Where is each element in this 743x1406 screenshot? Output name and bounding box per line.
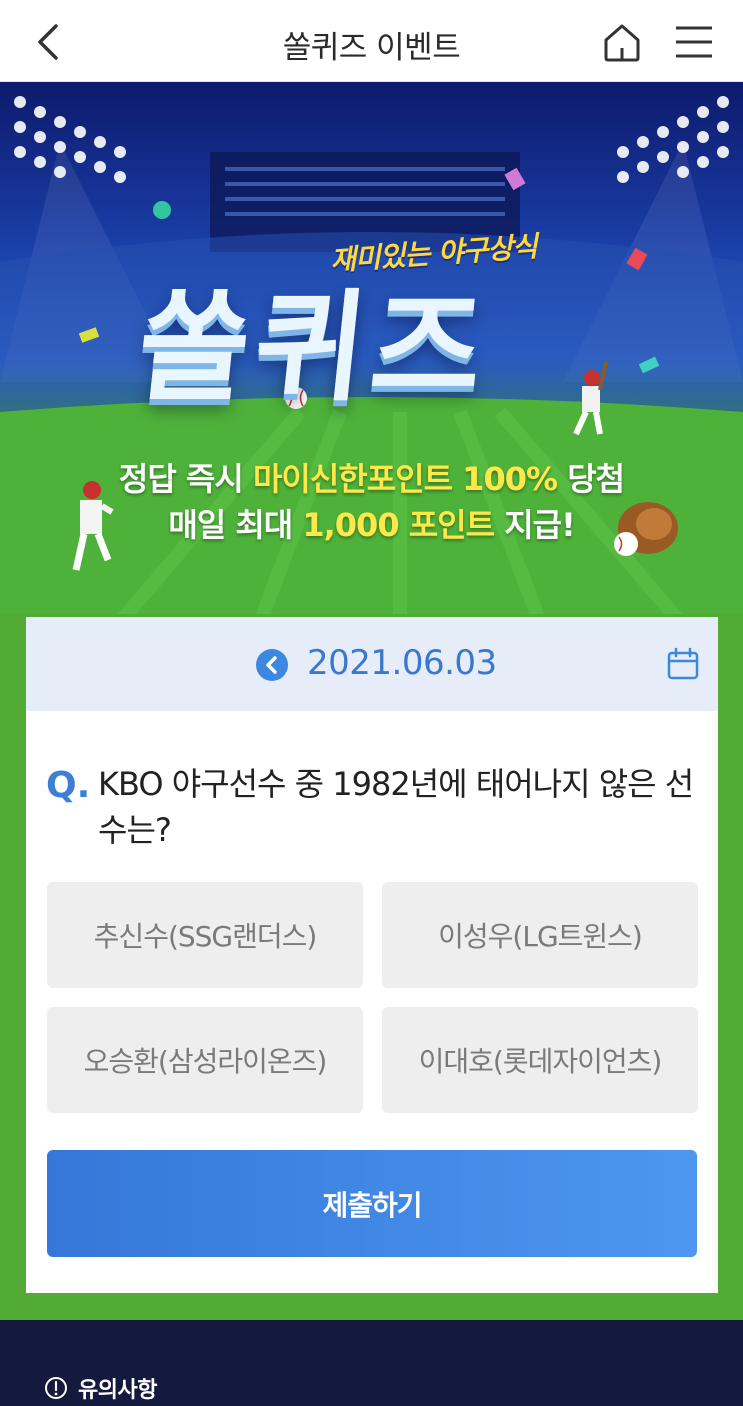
promo-highlight: 마이신한포인트 100% <box>252 460 558 498</box>
notice-section: 유의사항 <box>0 1320 743 1406</box>
event-logo: 쏠퀴즈 <box>131 279 496 418</box>
calendar-icon[interactable] <box>666 647 700 681</box>
date-bar: 2021.06.03 <box>26 617 718 711</box>
quiz-card: 2021.06.03 Q. KBO 야구선수 중 1982년에 태어나지 않은 … <box>26 617 718 1293</box>
submit-button[interactable]: 제출하기 <box>47 1150 697 1257</box>
hamburger-menu-icon[interactable] <box>672 22 716 62</box>
question-text: KBO 야구선수 중 1982년에 태어나지 않은 선수는? <box>98 765 694 849</box>
app-header: 쏠퀴즈 이벤트 <box>0 0 743 82</box>
answer-option-2[interactable]: 이성우(LG트윈스) <box>382 882 698 988</box>
previous-date-button[interactable] <box>256 649 288 681</box>
question-marker: Q. <box>46 765 91 806</box>
event-banner: 재미있는 야구상식 쏠퀴즈 정답 즉시 마이신한포인트 100% 당첨 매일 최… <box>0 82 743 622</box>
home-icon[interactable] <box>600 20 644 64</box>
notice-toggle[interactable]: 유의사항 <box>78 1372 157 1404</box>
answer-option-4[interactable]: 이대호(롯데자이언츠) <box>382 1007 698 1113</box>
banner-promo-line-2: 매일 최대 1,000 포인트 지급! <box>168 506 575 544</box>
answer-option-1[interactable]: 추신수(SSG랜더스) <box>47 882 363 988</box>
chevron-left-icon <box>266 656 277 674</box>
banner-promo-line-1: 정답 즉시 마이신한포인트 100% 당첨 <box>118 460 625 498</box>
info-circle-icon <box>45 1377 67 1399</box>
answer-option-3[interactable]: 오승환(삼성라이온즈) <box>47 1007 363 1113</box>
promo-highlight: 1,000 포인트 <box>302 506 495 544</box>
quiz-date: 2021.06.03 <box>307 643 497 683</box>
